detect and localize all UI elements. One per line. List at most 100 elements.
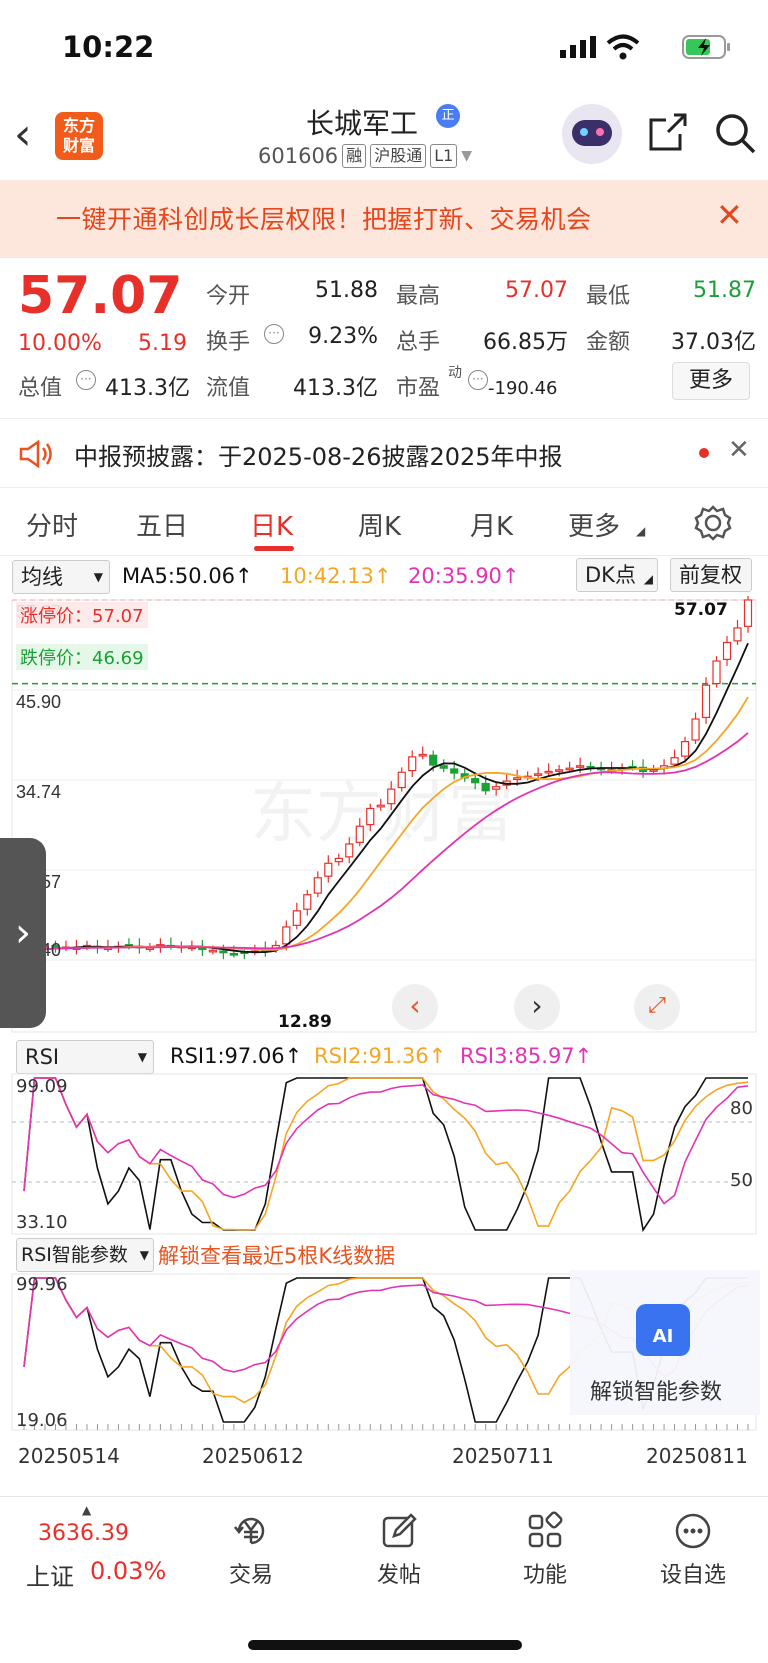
info-icon[interactable]: ··· [468,370,488,390]
candle-body [670,757,679,765]
rsi6-line [23,1077,748,1233]
close-icon[interactable]: ✕ [716,196,743,234]
unlock-tip[interactable]: 解锁查看最近5根K线数据 [158,1240,395,1270]
unlock-smart-label[interactable]: 解锁智能参数 [590,1374,722,1406]
index-change[interactable]: 0.03% [90,1557,166,1585]
grid-icon [528,1511,563,1548]
verified-badge: 正 [436,104,460,128]
ai-badge-text: AI [652,1326,674,1347]
rsi-smart-y-top: 99.96 [16,1274,68,1295]
stock-name: 长城军工 [306,107,419,140]
tag-connect: 沪股通 [370,144,427,168]
legend-ma10: 10:42.13↑ [280,564,392,588]
search-icon[interactable] [714,112,758,156]
candle-body [324,862,333,877]
label-high: 最高 [396,284,441,309]
notice-bar[interactable]: 中报预披露：于2025-08-26披露2025年中报 ✕ [0,418,768,488]
post-button[interactable]: 发帖 [354,1511,444,1589]
notice-text[interactable]: 中报预披露：于2025-08-26披露2025年中报 [74,437,563,472]
date-label-3: 20250711 [452,1444,554,1468]
more-button[interactable]: 更多 [672,362,750,400]
ai-assistant-avatar[interactable] [562,104,622,164]
index-name[interactable]: 上证 [26,1557,74,1592]
candle-body [334,857,343,863]
side-expand-button[interactable]: › [0,838,46,1028]
indicator-select-label: 均线 [21,565,63,589]
trade-label: 交易 [228,1563,273,1588]
label-open: 今开 [206,284,251,309]
tab-five-day[interactable]: 五日 [136,506,188,543]
promo-text[interactable]: 一键开通科创成长层权限！把握打新、交易机会 [56,200,592,236]
info-icon[interactable]: ··· [264,324,284,344]
candle-body [418,753,427,757]
chart-next-button[interactable]: › [514,984,560,1030]
rsi-smart-select[interactable]: RSI智能参数 ▼ [16,1238,154,1272]
value-low: 51.87 [693,278,756,303]
rsi-smart-select-label: RSI智能参数 [21,1244,128,1266]
logo-text: 东方财富 [62,116,95,155]
info-icon[interactable]: ··· [76,370,96,390]
app-logo[interactable]: 东方财富 [55,112,103,160]
chart-prev-button[interactable]: ‹ [392,984,438,1030]
watermark: 东方财富 [250,776,514,850]
rsi-level-50: 50 [730,1170,753,1191]
last-price: 57.07 [18,266,183,326]
tab-intraday[interactable]: 分时 [26,506,78,543]
candle-body [481,782,490,792]
settings-icon[interactable] [694,504,732,542]
y-tick-label: 45.90 [16,692,61,712]
trade-button[interactable]: 交易 [206,1511,296,1589]
chart-expand-button[interactable]: ⤢ [634,984,680,1030]
signal-icon [560,36,596,58]
candle-body [743,599,753,627]
close-icon[interactable]: ✕ [728,435,750,465]
candle-body [492,786,501,790]
candle-body [408,756,417,772]
date-label-2: 20250612 [202,1444,304,1468]
legend-rsi2: RSI2:91.36↑ [314,1044,447,1068]
candle-body [513,777,522,781]
label-low: 最低 [586,284,631,309]
status-bar: 10:22 [0,0,768,98]
limit-down-label: 跌停价：46.69 [16,644,148,670]
rsi-chart[interactable] [0,1072,768,1236]
chevron-down-icon: ▼ [93,570,103,584]
candle-body [471,778,480,784]
change-value: 5.19 [138,331,187,356]
share-icon[interactable] [648,112,688,152]
back-icon[interactable]: ‹ [14,112,54,162]
dk-point-select[interactable]: DK点 ◢ [576,558,658,592]
add-watchlist-label: 设自选 [659,1563,726,1588]
candle-body [722,641,732,660]
legend-ma20: 20:35.90↑ [408,564,520,588]
tab-monthly-k[interactable]: 月K [470,506,513,543]
candle-body [198,947,207,951]
value-float-value: 413.3亿 [293,376,378,401]
candle-body [555,769,564,772]
tab-weekly-k[interactable]: 周K [358,506,401,543]
tab-more[interactable]: 更多 [568,506,620,543]
value-turnover: 9.23% [308,324,378,349]
quote-panel: 57.07 10.00% 5.19 今开 51.88 最高 57.07 最低 5… [0,258,768,408]
tab-daily-k[interactable]: 日K [250,506,293,543]
candle-body [733,627,742,642]
promo-banner[interactable]: 一键开通科创成长层权限！把握打新、交易机会 ✕ [0,180,768,258]
indicator-select[interactable]: 均线 ▼ [12,560,110,594]
candle-body [576,765,585,768]
index-value[interactable]: 3636.39 [38,1521,129,1546]
candle-body [355,825,364,843]
add-watchlist-button[interactable]: 设自选 [648,1511,738,1589]
chevron-down-icon[interactable]: ▼ [461,148,472,164]
max-marker: 57.07 [674,600,728,620]
unlock-smart-panel[interactable]: AI 解锁智能参数 [570,1270,760,1415]
label-turnover: 换手 [206,330,251,355]
adjust-select[interactable]: 前复权 [670,558,752,592]
stock-header: ‹ 东方财富 长城军工 正 601606 融 沪股通 L1 ▼ [0,98,768,180]
candle-body [387,788,396,805]
date-label-1: 20250514 [18,1444,120,1468]
functions-label: 功能 [522,1563,567,1588]
y-tick-label: 34.74 [16,782,61,802]
chevron-down-icon: ▼ [137,1050,147,1064]
functions-button[interactable]: 功能 [500,1511,590,1589]
rsi-select[interactable]: RSI ▼ [16,1040,154,1074]
